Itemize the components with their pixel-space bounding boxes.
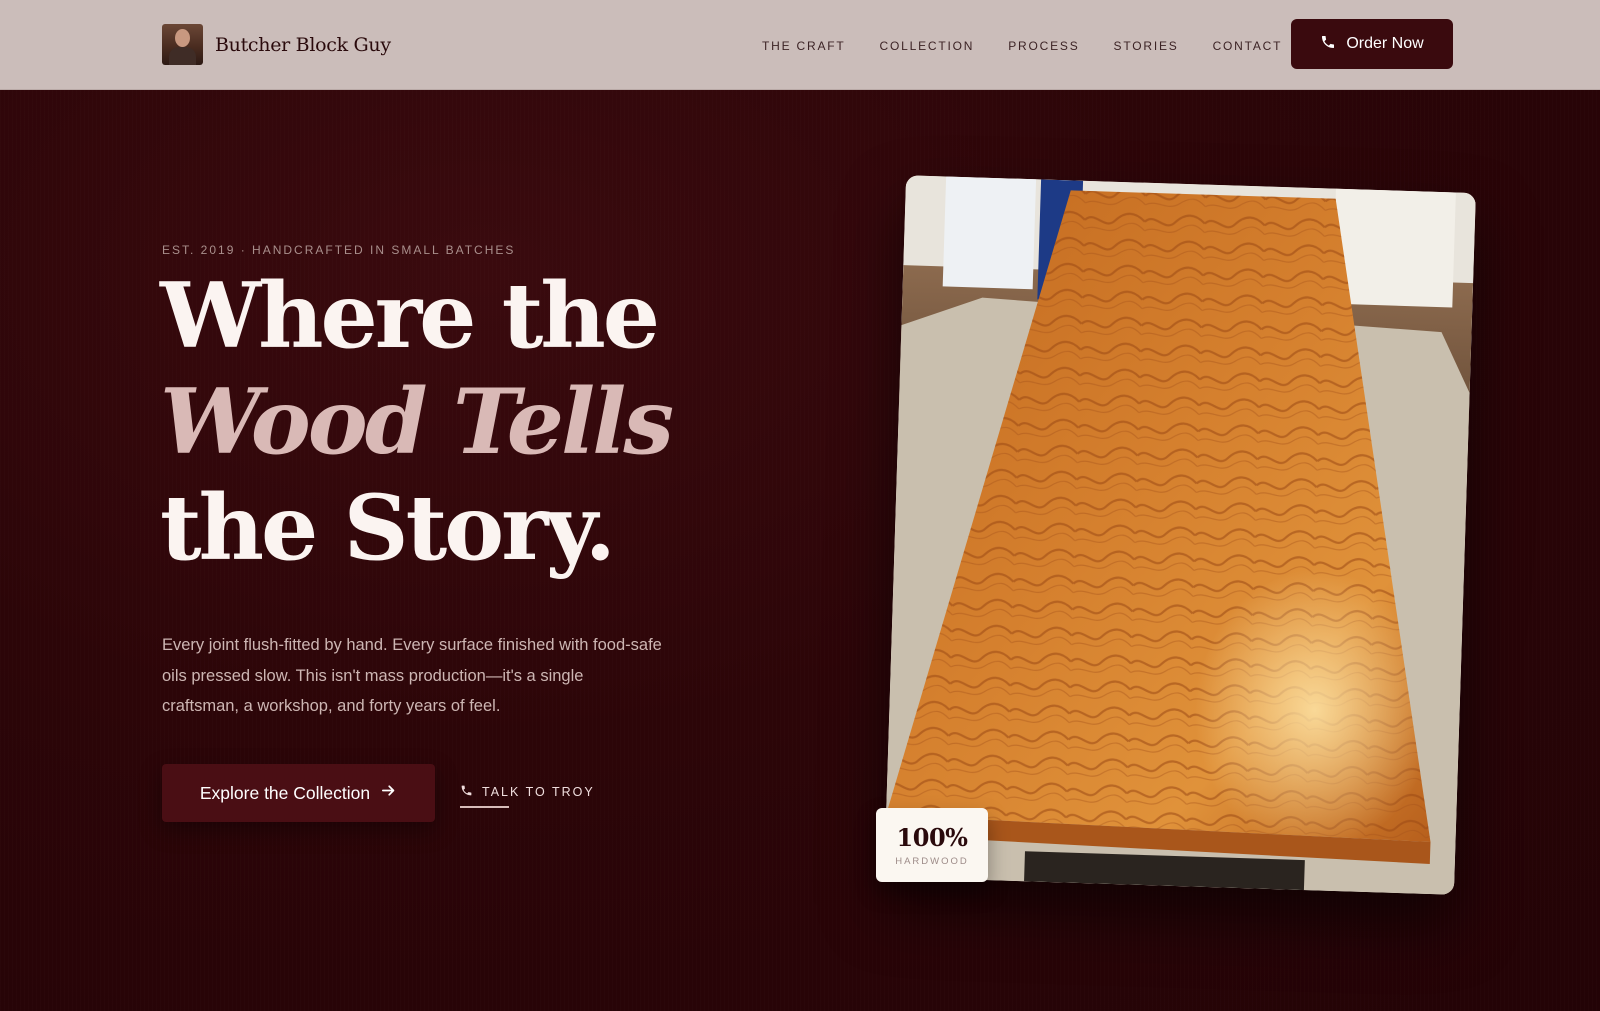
brand-name: Butcher Block Guy xyxy=(215,33,391,56)
nav-link-the-craft[interactable]: THE CRAFT xyxy=(762,39,846,53)
headline-line-2: Wood Tells xyxy=(160,369,674,475)
order-now-button[interactable]: Order Now xyxy=(1291,19,1453,69)
phone-icon xyxy=(460,784,473,800)
nav-link-collection[interactable]: COLLECTION xyxy=(880,39,975,53)
stat-badge: 100% HARDWOOD xyxy=(876,808,988,882)
nav-links: THE CRAFT COLLECTION PROCESS STORIES CON… xyxy=(762,39,1316,53)
nav-link-stories[interactable]: STORIES xyxy=(1114,39,1179,53)
top-navigation: Butcher Block Guy THE CRAFT COLLECTION P… xyxy=(0,0,1600,90)
headline-line-1: Where the xyxy=(160,263,660,369)
talk-to-troy-label: TALK TO TROY xyxy=(482,785,595,799)
nav-link-contact[interactable]: CONTACT xyxy=(1213,39,1283,53)
arrow-right-icon xyxy=(380,782,397,804)
explore-collection-button[interactable]: Explore the Collection xyxy=(162,764,435,822)
hero-headline: Where the Wood Tells the Story. xyxy=(160,263,720,581)
phone-icon xyxy=(1320,34,1336,55)
wood-table-image xyxy=(884,175,1476,895)
stat-value: 100% xyxy=(896,823,968,852)
talk-to-troy-link[interactable]: TALK TO TROY xyxy=(460,784,595,800)
hero-body-text: Every joint flush-fitted by hand. Every … xyxy=(162,636,662,715)
craftsman-avatar xyxy=(162,24,203,65)
explore-collection-label: Explore the Collection xyxy=(199,782,371,803)
brand-logo[interactable]: Butcher Block Guy xyxy=(162,24,391,65)
talk-link-underline xyxy=(460,806,509,808)
nav-link-process[interactable]: PROCESS xyxy=(1008,39,1079,53)
hero-eyebrow: EST. 2019 · HANDCRAFTED IN SMALL BATCHES xyxy=(162,243,516,257)
stat-label: HARDWOOD xyxy=(895,856,969,867)
headline-line-3: the Story. xyxy=(160,475,616,581)
hero-section: EST. 2019 · HANDCRAFTED IN SMALL BATCHES… xyxy=(0,90,1600,1011)
order-now-label: Order Now xyxy=(1346,35,1424,52)
hero-product-photo xyxy=(884,175,1476,895)
